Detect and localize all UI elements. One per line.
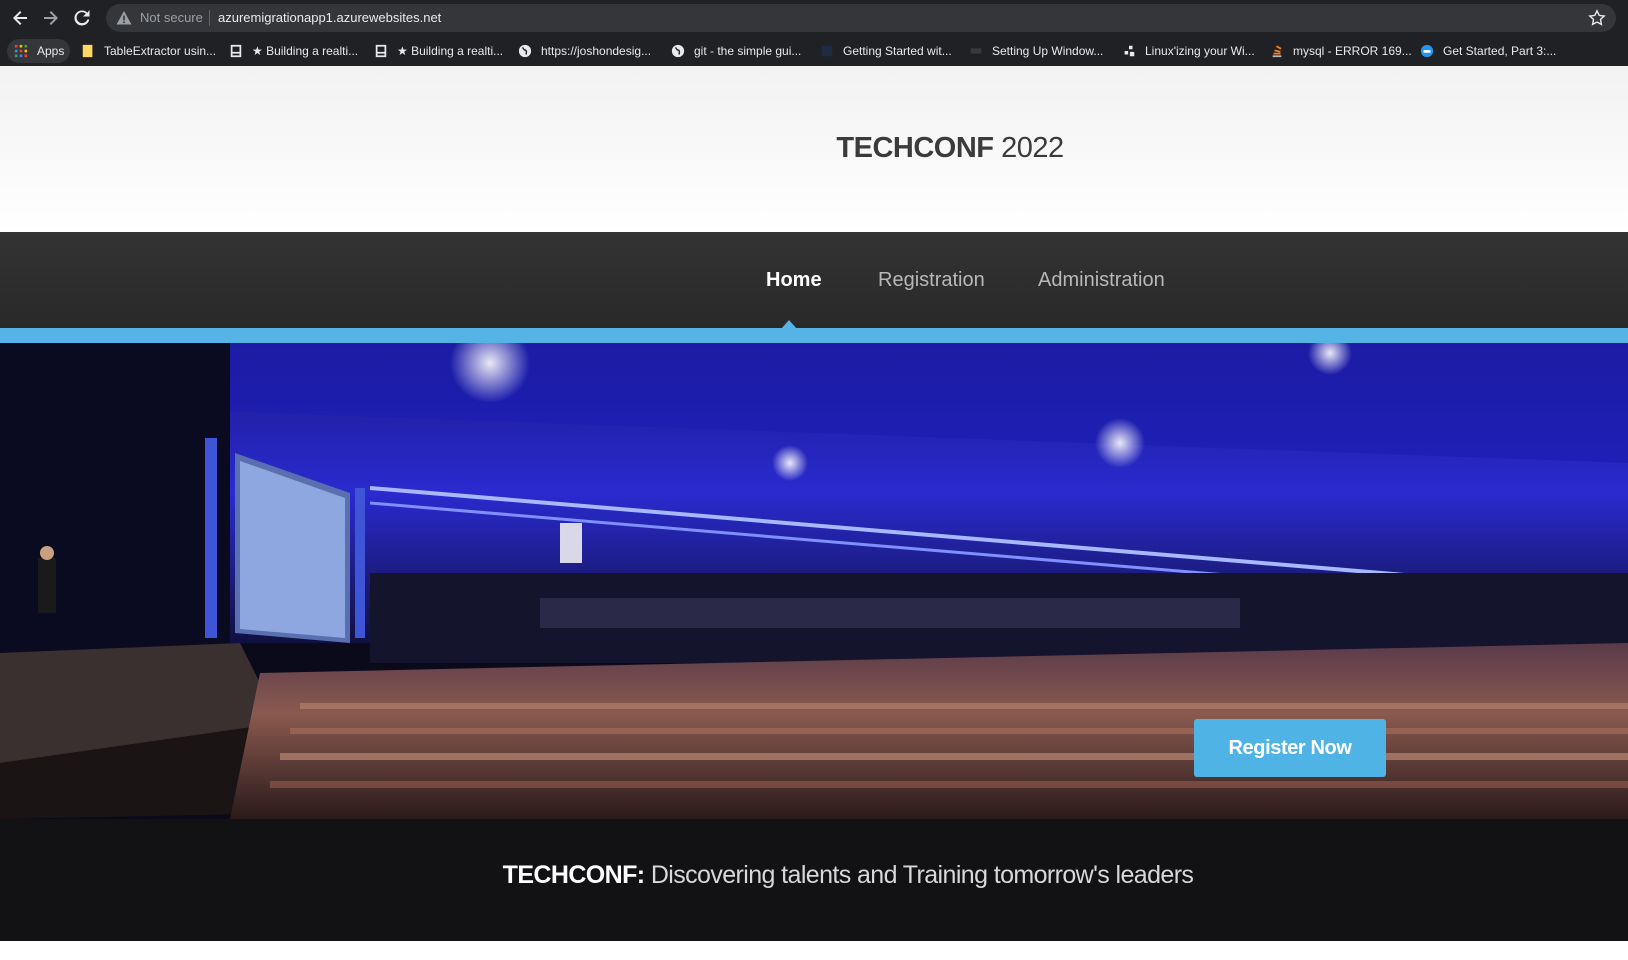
browser-chrome: Not secure azuremigrationapp1.azurewebsi… (0, 0, 1628, 66)
nav-home[interactable]: Home (766, 269, 822, 292)
bookmark-item[interactable]: git - the simple gui... (670, 39, 801, 63)
forward-icon[interactable] (39, 6, 63, 30)
tagline-text: Discovering talents and Training tomorro… (644, 861, 1194, 889)
register-now-button[interactable]: Register Now (1194, 719, 1386, 777)
apps-grid-icon (13, 43, 29, 59)
omnibox-divider (209, 10, 210, 26)
bookmark-label: mysql - ERROR 169... (1293, 44, 1412, 58)
url-text[interactable]: azuremigrationapp1.azurewebsites.net (218, 10, 441, 25)
bookmark-item[interactable]: Get Started, Part 3:... (1419, 39, 1556, 63)
nav-registration[interactable]: Registration (878, 269, 985, 292)
bookmark-label: Linux'izing your Wi... (1145, 44, 1255, 58)
site-icon (1121, 43, 1137, 59)
nav-administration[interactable]: Administration (1038, 269, 1165, 292)
bookmark-item[interactable]: ★ Building a realti... (373, 39, 503, 63)
bookmark-item[interactable]: Getting Started wit... (819, 39, 952, 63)
bookmark-label: Apps (37, 44, 65, 58)
reload-icon[interactable] (70, 6, 94, 30)
hero-banner: TECHCONF: Discovering talents and Traini… (0, 343, 1628, 941)
bookmark-label: git - the simple gui... (694, 44, 802, 58)
banner-tagline: TECHCONF: Discovering talents and Traini… (0, 861, 1628, 890)
page-icon (228, 43, 244, 59)
page-icon (373, 43, 389, 59)
page-bottom-spacer (0, 941, 1628, 960)
docker-icon (1419, 43, 1435, 59)
security-status[interactable]: Not secure (140, 10, 203, 25)
register-now-label: Register Now (1194, 719, 1386, 777)
logo-text: TECHCONF (836, 132, 994, 164)
bookmark-label: TableExtractor usin... (104, 44, 217, 58)
bookmark-apps[interactable]: Apps (7, 39, 71, 63)
browser-toolbar: Not secure azuremigrationapp1.azurewebsi… (0, 0, 1628, 36)
globe-icon (670, 43, 686, 59)
bookmarks-bar: Apps TableExtractor usin... ★ Building a… (0, 36, 1628, 66)
bookmark-item[interactable]: Linux'izing your Wi... (1121, 39, 1255, 63)
site-logo[interactable]: TECHCONF 2022 (0, 132, 1628, 165)
cta-bar: TECHCONF: Discovering talents and Traini… (0, 819, 1628, 941)
main-nav: Home Registration Administration (0, 232, 1628, 328)
bookmark-label: Getting Started wit... (843, 44, 952, 58)
tagline-brand: TECHCONF: (502, 861, 645, 889)
globe-icon (517, 43, 533, 59)
bookmark-star-icon[interactable] (1588, 9, 1606, 27)
folder-icon (80, 43, 96, 59)
address-bar[interactable]: Not secure azuremigrationapp1.azurewebsi… (106, 4, 1616, 32)
site-icon (819, 43, 835, 59)
site-icon (968, 43, 984, 59)
back-icon[interactable] (8, 6, 32, 30)
bookmark-label: Setting Up Window... (992, 44, 1104, 58)
bookmark-label: ★ Building a realti... (397, 44, 504, 58)
bookmark-item[interactable]: Setting Up Window... (968, 39, 1103, 63)
warning-icon (116, 11, 132, 25)
bookmark-label: https://joshondesig... (541, 44, 652, 58)
accent-strip (0, 328, 1628, 343)
bookmark-item[interactable]: mysql - ERROR 169... (1269, 39, 1412, 63)
bookmark-item[interactable]: TableExtractor usin... (80, 39, 216, 63)
stackoverflow-icon (1269, 43, 1285, 59)
logo-year: 2022 (993, 132, 1064, 164)
bookmark-label: Get Started, Part 3:... (1443, 44, 1557, 58)
site-header: TECHCONF 2022 (0, 66, 1628, 232)
bookmark-label: ★ Building a realti... (252, 44, 359, 58)
bookmark-item[interactable]: https://joshondesig... (517, 39, 651, 63)
bookmark-item[interactable]: ★ Building a realti... (228, 39, 358, 63)
